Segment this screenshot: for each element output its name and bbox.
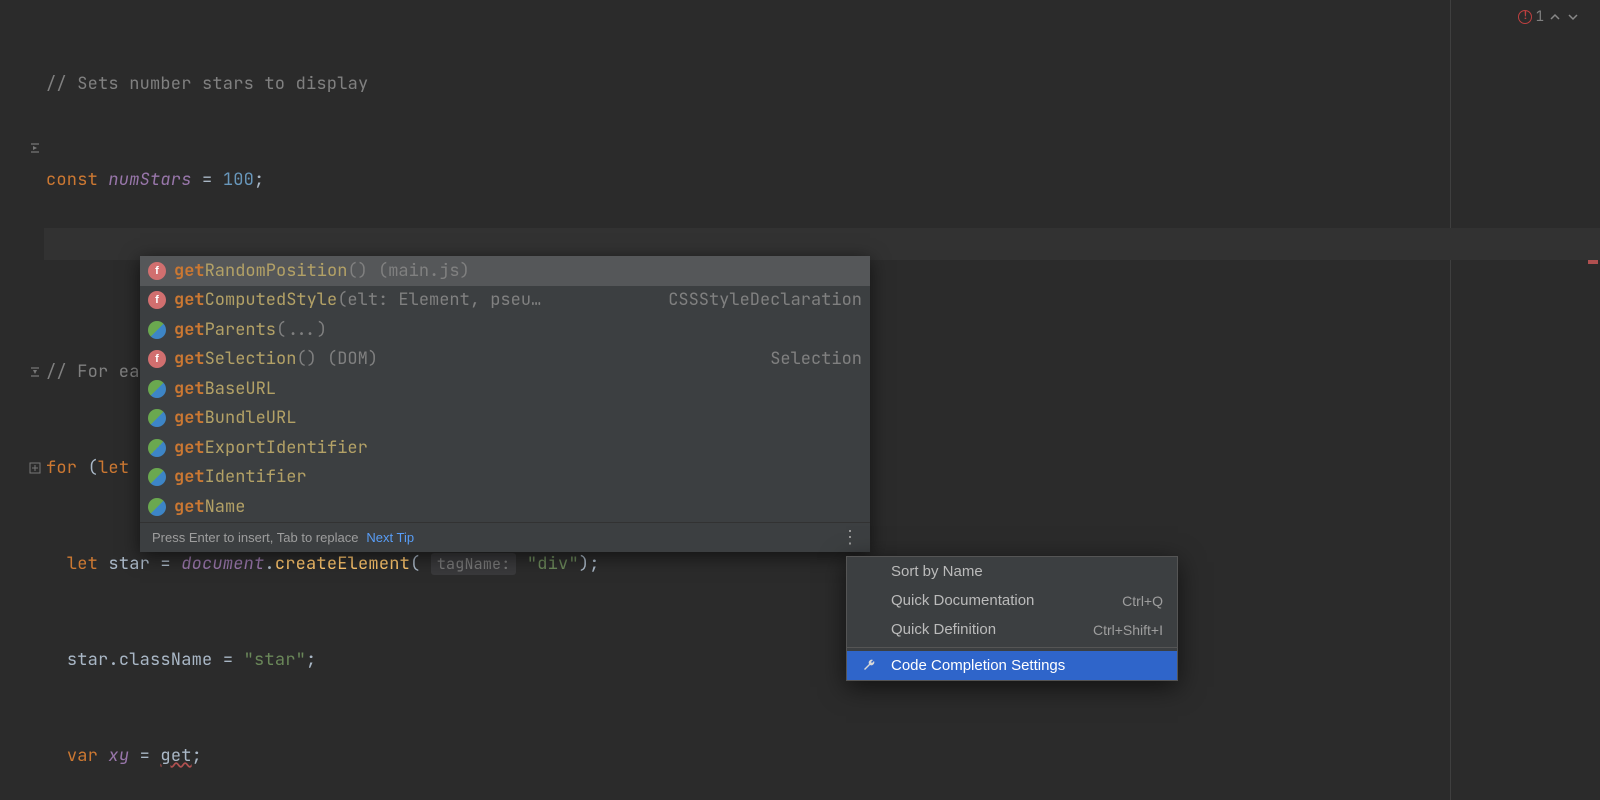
error-circle-icon — [1518, 10, 1532, 24]
completion-item[interactable]: getBaseURL — [140, 374, 870, 404]
completion-item[interactable]: getIdentifier — [140, 463, 870, 493]
completion-item[interactable]: getBundleURL — [140, 404, 870, 434]
parameter-hint: tagName: — [431, 553, 517, 575]
context-menu-shortcut: Ctrl+Shift+I — [1093, 622, 1163, 638]
completion-item[interactable]: getName — [140, 492, 870, 522]
scrollbar-error-marker[interactable] — [1588, 260, 1598, 264]
context-menu-label: Code Completion Settings — [891, 657, 1065, 674]
context-menu-separator — [847, 647, 1177, 648]
context-menu-item[interactable]: Quick Documentation Ctrl+Q — [847, 586, 1177, 615]
chevron-down-icon[interactable] — [1566, 10, 1580, 24]
fold-marker-collapsed-icon[interactable] — [28, 459, 42, 473]
context-menu-item[interactable]: Quick Definition Ctrl+Shift+I — [847, 615, 1177, 644]
context-menu-shortcut: Ctrl+Q — [1122, 593, 1163, 609]
error-count: 1 — [1536, 8, 1544, 26]
context-menu[interactable]: Sort by NameQuick DocumentationCtrl+QQui… — [846, 556, 1178, 681]
completion-item[interactable]: fgetSelection() (DOM)Selection — [140, 345, 870, 375]
chevron-up-icon[interactable] — [1548, 10, 1562, 24]
fold-marker-open-icon[interactable] — [28, 139, 42, 153]
method-icon — [148, 380, 166, 398]
context-menu-label: Quick Definition — [891, 621, 996, 638]
more-dots-icon[interactable]: ⋮ — [841, 527, 858, 548]
context-menu-item[interactable]: Sort by Name — [847, 557, 1177, 586]
method-icon — [148, 498, 166, 516]
function-icon: f — [148, 262, 166, 280]
method-icon — [148, 409, 166, 427]
context-menu-item-settings[interactable]: Code Completion Settings — [847, 651, 1177, 680]
completion-hint-text: Press Enter to insert, Tab to replace — [152, 530, 358, 545]
method-icon — [148, 321, 166, 339]
completion-item[interactable]: fgetRandomPosition() (main.js) — [140, 256, 870, 286]
completion-item[interactable]: fgetComputedStyle(elt: Element, pseu…CSS… — [140, 286, 870, 316]
completion-item[interactable]: getParents(...) — [140, 315, 870, 345]
code-editor[interactable]: 1 // Sets number stars to display const … — [0, 0, 1600, 800]
gutter — [0, 0, 44, 800]
function-icon: f — [148, 350, 166, 368]
completion-popup[interactable]: fgetRandomPosition() (main.js)fgetComput… — [140, 256, 870, 552]
completion-item[interactable]: getExportIdentifier — [140, 433, 870, 463]
function-icon: f — [148, 291, 166, 309]
fold-marker-close-icon[interactable] — [28, 363, 42, 377]
right-margin-guide — [1450, 0, 1451, 800]
context-menu-label: Sort by Name — [891, 563, 983, 580]
wrench-icon — [861, 658, 877, 674]
completion-popup-footer: Press Enter to insert, Tab to replace Ne… — [140, 522, 870, 552]
context-menu-label: Quick Documentation — [891, 592, 1034, 609]
next-tip-link[interactable]: Next Tip — [366, 530, 414, 545]
error-indicator[interactable]: 1 — [1518, 8, 1580, 26]
method-icon — [148, 439, 166, 457]
code-comment: // Sets number stars to display — [46, 73, 368, 95]
method-icon — [148, 468, 166, 486]
